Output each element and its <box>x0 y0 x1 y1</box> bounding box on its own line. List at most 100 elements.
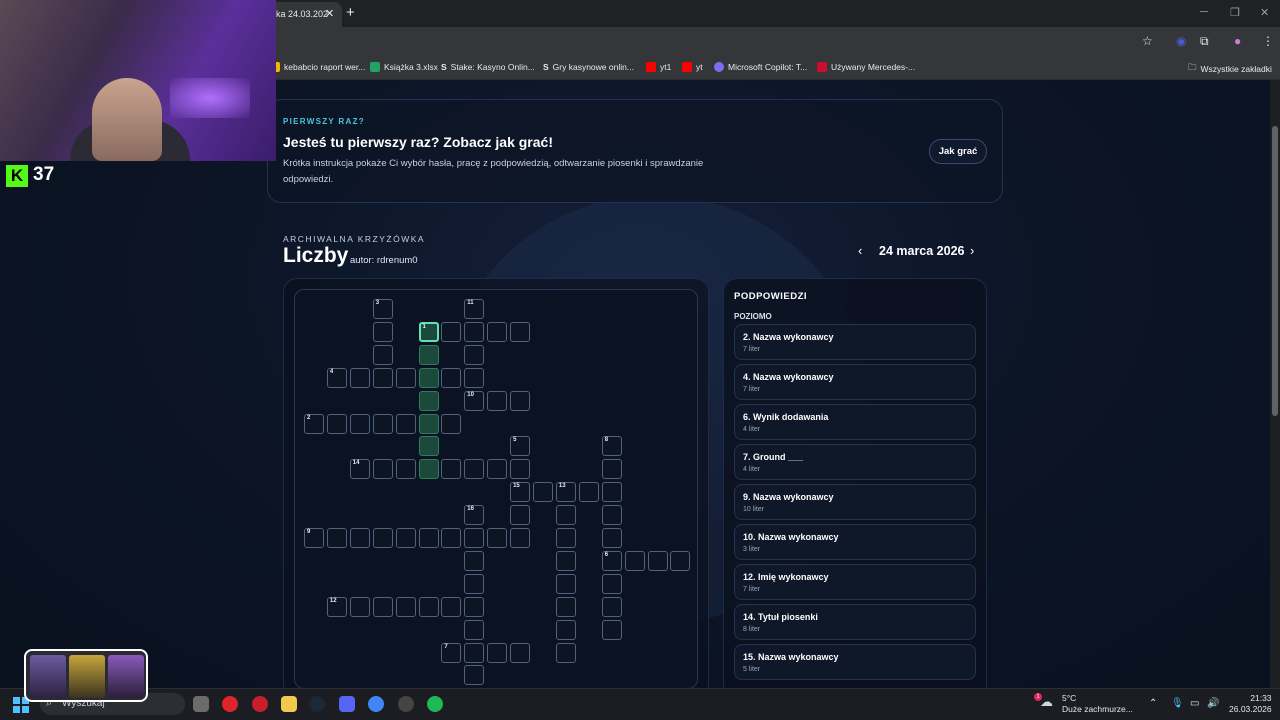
bookmark-item[interactable]: yt1 <box>646 62 671 72</box>
crossword-cell[interactable] <box>372 344 393 365</box>
crossword-cell[interactable] <box>464 619 485 640</box>
task-view-icon[interactable] <box>193 696 209 712</box>
preview-thumbnail[interactable] <box>69 655 105 698</box>
next-date-button[interactable]: › <box>970 243 974 258</box>
crossword-cell[interactable] <box>601 482 622 503</box>
crossword-cell[interactable] <box>555 505 576 526</box>
discord-icon[interactable] <box>339 696 355 712</box>
crossword-cell[interactable] <box>487 459 508 480</box>
profile-avatar-icon[interactable]: ● <box>1234 34 1241 48</box>
menu-kebab-icon[interactable]: ⋮ <box>1262 34 1274 48</box>
crossword-cell[interactable] <box>372 528 393 548</box>
opera-icon[interactable] <box>222 696 238 712</box>
crossword-cell[interactable] <box>441 367 462 388</box>
crossword-cell[interactable] <box>487 528 508 548</box>
bookmark-item[interactable]: Microsoft Copilot: T... <box>714 62 807 72</box>
crossword-cell[interactable]: 11 <box>464 299 485 319</box>
extension-icon[interactable]: ◉ <box>1176 34 1186 48</box>
bookmark-item[interactable]: yt <box>682 62 703 72</box>
crossword-cell[interactable] <box>441 596 462 617</box>
preview-thumbnail[interactable] <box>108 655 144 698</box>
crossword-cell[interactable] <box>395 528 416 548</box>
crossword-cell[interactable] <box>418 596 439 617</box>
crossword-cell[interactable] <box>670 550 691 571</box>
crossword-cell[interactable] <box>601 619 622 640</box>
network-icon[interactable]: ▭ <box>1190 698 1199 709</box>
clue-item[interactable]: 4. Nazwa wykonawcy 7 liter <box>734 364 976 400</box>
crossword-cell[interactable] <box>326 413 347 434</box>
crossword-cell[interactable] <box>372 367 393 388</box>
chrome-icon[interactable] <box>368 696 384 712</box>
crossword-cell[interactable] <box>464 367 485 388</box>
bookmark-item[interactable]: S Stake: Kasyno Onlin... <box>441 62 535 72</box>
crossword-cell[interactable] <box>464 344 485 365</box>
crossword-cell[interactable] <box>418 413 439 434</box>
new-tab-button[interactable]: + <box>346 4 355 21</box>
crossword-cell[interactable] <box>555 550 576 571</box>
crossword-cell[interactable]: 16 <box>464 505 485 526</box>
crossword-cell[interactable]: 14 <box>349 459 370 480</box>
crossword-cell[interactable] <box>441 321 462 342</box>
crossword-cell[interactable] <box>418 367 439 388</box>
crossword-cell[interactable] <box>578 482 599 503</box>
crossword-cell[interactable] <box>533 482 553 503</box>
crossword-cell[interactable] <box>464 321 485 342</box>
crossword-cell[interactable] <box>601 573 622 594</box>
crossword-cell[interactable]: 15 <box>510 482 531 503</box>
crossword-cell[interactable] <box>395 367 416 388</box>
crossword-cell[interactable] <box>441 459 462 480</box>
system-clock[interactable]: 21:33 26.03.2026 <box>1229 693 1272 715</box>
crossword-cell[interactable]: 13 <box>555 482 576 503</box>
clue-item[interactable]: 6. Wynik dodawania 4 liter <box>734 404 976 440</box>
clue-item[interactable]: 15. Nazwa wykonawcy 5 liter <box>734 644 976 680</box>
crossword-cell[interactable]: 2 <box>304 413 324 434</box>
crossword-cell[interactable] <box>464 665 485 686</box>
close-tab-icon[interactable]: ✕ <box>325 7 334 20</box>
crossword-cell[interactable] <box>372 321 393 342</box>
crossword-cell[interactable] <box>555 573 576 594</box>
volume-icon[interactable]: 🔊 <box>1207 698 1219 709</box>
taskbar-thumbnail-preview[interactable] <box>24 649 148 702</box>
all-bookmarks-button[interactable]: 🗀 Wszystkie zakładki <box>1188 62 1272 76</box>
crossword-cell[interactable] <box>418 528 439 548</box>
bookmark-item[interactable]: Książka 3.xlsx <box>370 62 438 72</box>
crossword-cell[interactable] <box>464 642 485 663</box>
crossword-cell[interactable] <box>510 459 531 480</box>
crossword-cell[interactable]: 10 <box>464 390 485 411</box>
crossword-cell[interactable] <box>510 505 531 526</box>
crossword-cell[interactable] <box>326 528 347 548</box>
crossword-cell[interactable] <box>349 367 370 388</box>
crossword-cell[interactable] <box>372 596 393 617</box>
extensions-puzzle-icon[interactable]: ⧉ <box>1200 34 1209 49</box>
crossword-cell[interactable] <box>510 390 531 411</box>
clue-item[interactable]: 12. Imię wykonawcy 7 liter <box>734 564 976 600</box>
crossword-cell[interactable]: 4 <box>326 367 347 388</box>
crossword-cell[interactable] <box>601 459 622 480</box>
crossword-cell[interactable] <box>395 596 416 617</box>
crossword-cell[interactable] <box>487 321 508 342</box>
file-explorer-icon[interactable] <box>281 696 297 712</box>
spotify-icon[interactable] <box>427 696 443 712</box>
previous-date-button[interactable]: ‹ <box>858 243 862 258</box>
crossword-cell[interactable] <box>464 596 485 617</box>
maximize-icon[interactable]: ❐ <box>1230 6 1240 19</box>
steam-icon[interactable] <box>309 696 325 712</box>
crossword-cell[interactable] <box>464 528 485 548</box>
crossword-cell[interactable] <box>395 459 416 480</box>
crossword-cell[interactable] <box>555 642 576 663</box>
crossword-cell[interactable] <box>555 596 576 617</box>
crossword-cell[interactable] <box>418 390 439 411</box>
crossword-cell[interactable]: 5 <box>510 436 531 457</box>
crossword-cell[interactable] <box>441 528 462 548</box>
crossword-cell[interactable] <box>464 550 485 571</box>
crossword-cell[interactable] <box>601 528 622 548</box>
crossword-cell[interactable] <box>372 413 393 434</box>
crossword-cell[interactable] <box>510 642 531 663</box>
crossword-cell[interactable]: 6 <box>601 550 622 571</box>
crossword-cell[interactable] <box>395 413 416 434</box>
obs-icon[interactable] <box>398 696 414 712</box>
crossword-cell[interactable] <box>372 459 393 480</box>
minimize-icon[interactable]: ─ <box>1200 6 1208 18</box>
bookmark-item[interactable]: S Gry kasynowe onlin... <box>543 62 634 72</box>
scrollbar-thumb[interactable] <box>1272 126 1278 416</box>
